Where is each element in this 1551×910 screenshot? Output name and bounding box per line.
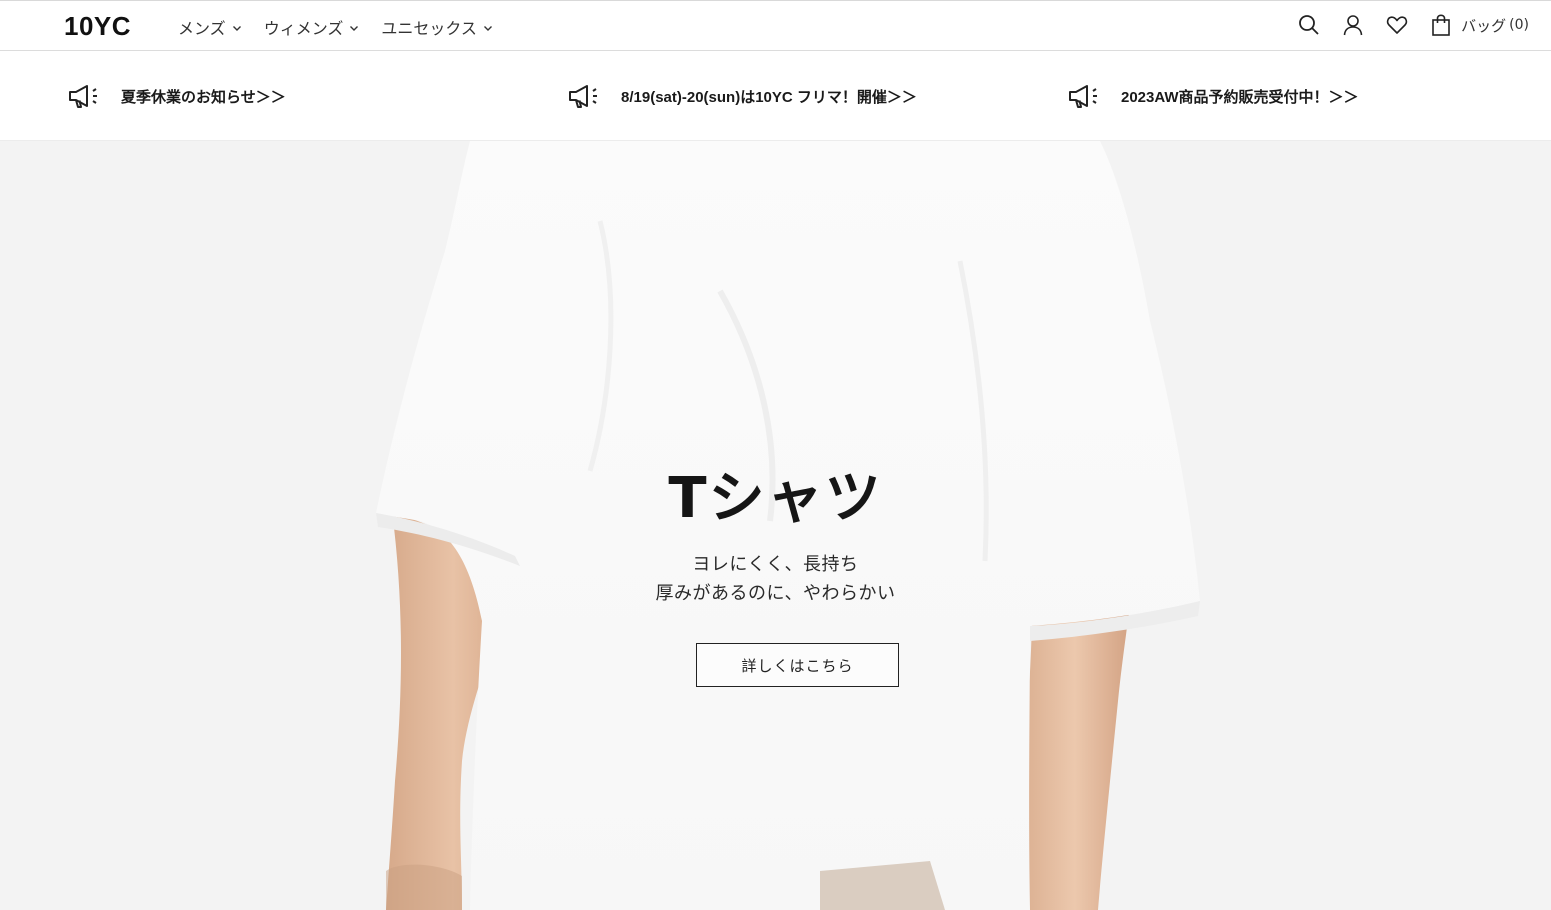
announcement-text: 夏季休業のお知らせ＞＞: [121, 88, 286, 106]
nav-item-mens[interactable]: メンズ: [178, 15, 242, 39]
bag-label: バッグ: [1461, 16, 1507, 35]
announcement-link[interactable]: 2023AW商品予約販売受付中！＞＞: [1067, 82, 1359, 110]
announcement-text: 8/19(sat)-20(sun)は10YC フリマ！開催＞＞: [621, 88, 917, 106]
chevron-down-icon: [350, 25, 359, 31]
megaphone-icon: [69, 85, 97, 108]
hero-subtitle: 厚みがあるのに、やわらかい: [655, 583, 896, 604]
header-tools: バッグ (0): [1277, 13, 1529, 37]
megaphone-icon: [1069, 85, 1097, 108]
announcement-link[interactable]: 夏季休業のお知らせ＞＞: [67, 82, 286, 110]
bag-button[interactable]: バッグ (0): [1431, 14, 1529, 36]
hero-title: Tシャツ: [668, 466, 883, 531]
announcement-text: 2023AW商品予約販売受付中！＞＞: [1121, 88, 1359, 106]
site-logo[interactable]: 10YC: [64, 11, 131, 42]
announcement-bar: 夏季休業のお知らせ＞＞ 8/19(sat)-20(sun)は10YC フリマ！開…: [0, 51, 1551, 141]
nav-item-unisex[interactable]: ユニセックス: [381, 15, 493, 39]
nav-item-womens[interactable]: ウィメンズ: [264, 15, 360, 39]
bag-count: (0): [1509, 17, 1529, 33]
megaphone-icon: [569, 85, 597, 108]
chevron-down-icon: [483, 25, 492, 31]
hero-subtitle: ヨレにくく、長持ち: [692, 554, 859, 575]
heart-icon[interactable]: [1385, 13, 1409, 37]
user-icon[interactable]: [1341, 13, 1365, 37]
nav-item-label: ウィメンズ: [263, 19, 344, 38]
nav-item-label: メンズ: [178, 19, 226, 38]
announcement-link[interactable]: 8/19(sat)-20(sun)は10YC フリマ！開催＞＞: [567, 82, 917, 110]
shopping-bag-icon: [1432, 14, 1450, 36]
search-icon[interactable]: [1297, 13, 1321, 37]
chevron-down-icon: [232, 25, 241, 31]
main-nav: メンズ ウィメンズ ユニセックス: [178, 15, 515, 39]
learn-more-button[interactable]: 詳しくはこちら: [696, 643, 899, 687]
hero-banner: Tシャツ ヨレにくく、長持ち 厚みがあるのに、やわらかい 詳しくはこちら: [0, 141, 1551, 910]
site-header: 10YC メンズ ウィメンズ ユニセックス バッグ (0): [0, 0, 1551, 51]
nav-item-label: ユニセックス: [381, 19, 477, 38]
